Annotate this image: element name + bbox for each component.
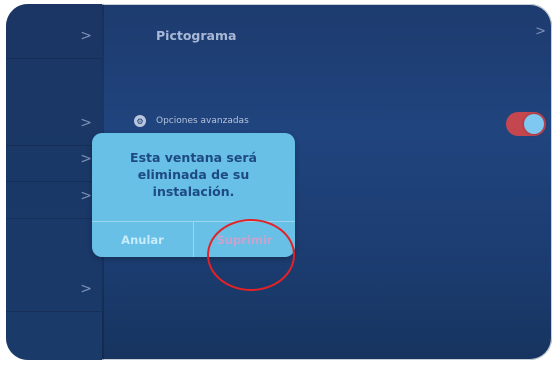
advanced-options-label: Opciones avanzadas [156,116,249,126]
advanced-options-row[interactable]: ⚙ Opciones avanzadas [134,115,249,127]
advanced-options-toggle[interactable] [506,112,546,136]
chevron-right-icon: > [80,151,92,167]
chevron-right-icon: > [80,281,92,297]
cancel-button[interactable]: Anular [92,222,194,257]
dialog-message: Esta ventana será eliminada de su instal… [92,149,295,200]
chevron-right-icon[interactable]: > [535,24,546,39]
dialog-message-line: eliminada de su [137,167,250,182]
chevron-right-icon: > [80,115,92,131]
dialog-message-line: instalación. [152,184,235,199]
left-menu-item[interactable]: > [6,14,102,59]
dialog-message-line: Esta ventana será [130,150,257,165]
left-menu-item[interactable]: > [6,174,102,219]
chevron-right-icon: > [80,28,92,44]
toggle-knob [524,114,544,134]
highlight-circle [207,219,295,291]
chevron-right-icon: > [80,188,92,204]
gear-icon: ⚙ [134,115,146,127]
left-menu: > > > > > [6,4,102,360]
page-title: Pictograma [156,28,237,43]
left-menu-item[interactable]: > [6,267,102,312]
